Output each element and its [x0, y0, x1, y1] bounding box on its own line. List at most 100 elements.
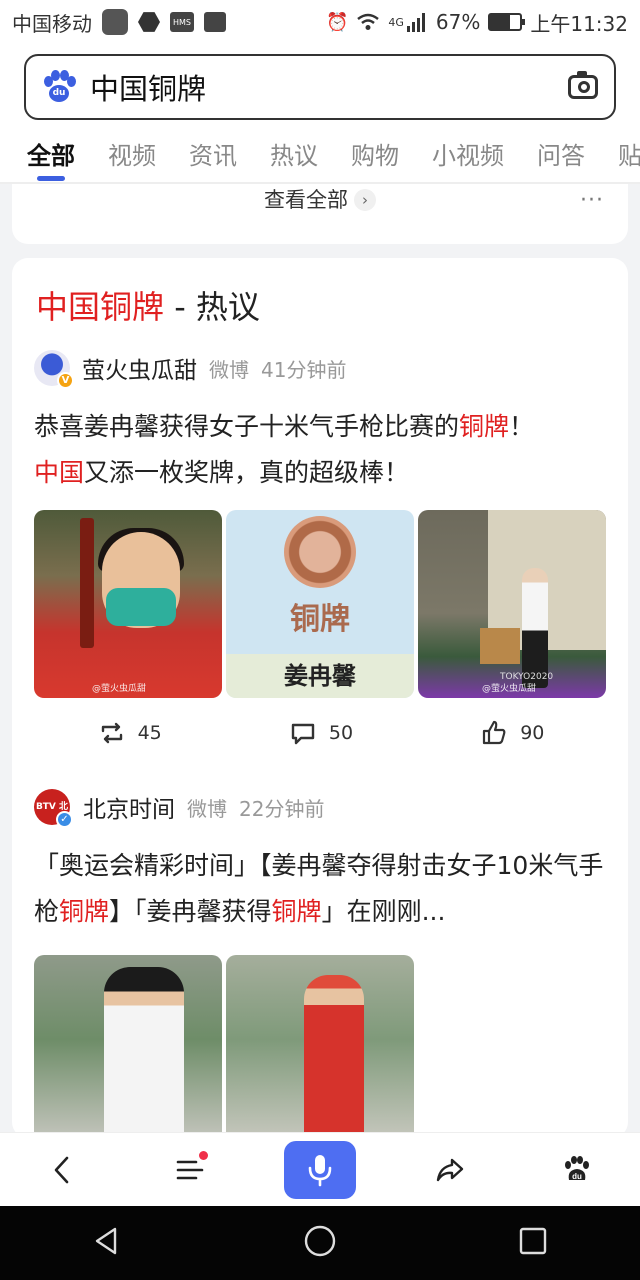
tab-7[interactable]: 贴: [618, 132, 640, 171]
highlight-term: 中国: [34, 458, 85, 487]
author-name[interactable]: 北京时间: [83, 790, 175, 824]
clock: 上午11:32: [530, 11, 628, 36]
search-input[interactable]: 中国铜牌: [90, 66, 206, 108]
post-source: 微博: [187, 796, 227, 821]
nav-recent-button[interactable]: [515, 1223, 551, 1263]
post-1[interactable]: V 萤火虫瓜甜 微博 41分钟前 恭喜姜冉馨获得女子十米气手枪比赛的铜牌！ 中国又…: [34, 348, 608, 768]
voice-icon: [308, 1154, 332, 1186]
back-icon: [54, 1156, 69, 1183]
app-icon: [102, 9, 128, 35]
gallery-icon: [204, 12, 226, 32]
repost-icon: [101, 722, 122, 744]
highlight-term: 铜牌: [59, 897, 110, 926]
thumbs-up-icon: [483, 720, 506, 745]
highlight-term: 铜牌: [459, 412, 510, 441]
tab-0[interactable]: 全部: [27, 132, 75, 181]
comment-button[interactable]: 50: [225, 719, 416, 747]
share-icon: [437, 1158, 464, 1181]
post-header: V 萤火虫瓜甜 微博 41分钟前: [34, 348, 608, 389]
notification-dot: [198, 1150, 208, 1160]
post-2[interactable]: BTV 北京 ✓ 北京时间 微博 22分钟前 「奥运会精彩时间」【姜冉馨夺得射击…: [34, 787, 608, 1138]
athlete-photo-white[interactable]: [34, 955, 222, 1138]
svg-text:du: du: [572, 1172, 582, 1181]
tab-5[interactable]: 小视频: [432, 132, 504, 171]
search-tabs: 全部 视频 资讯 热议 购物 小视频 问答贴: [0, 132, 640, 184]
range-sign: TOKYO2020: [500, 672, 554, 682]
post-images: @萤火虫瓜甜 铜牌 姜冉馨 @萤火虫瓜甜 TOKYO2020: [34, 510, 608, 698]
like-count: 90: [520, 722, 545, 744]
repost-button[interactable]: 45: [34, 719, 225, 747]
post-time: 22分钟前: [239, 796, 325, 821]
medal-label: 铜牌: [290, 602, 350, 637]
previous-card: 查看全部 › ···: [12, 184, 628, 244]
view-all-link[interactable]: 查看全部 ›: [12, 184, 628, 216]
search-header: du 中国铜牌 全部 视频 资讯 热议 购物 小视频 问答贴: [0, 44, 640, 184]
alarm-icon: ⏰: [325, 11, 349, 33]
verified-badge-icon: V: [57, 372, 74, 389]
more-icon[interactable]: ···: [580, 188, 604, 213]
text-segment: 恭喜姜冉馨获得女子十米气手枪比赛的: [34, 412, 460, 441]
card-title[interactable]: 中国铜牌 - 热议: [36, 282, 260, 328]
text-segment: 】「姜冉馨获得: [109, 897, 272, 926]
carrier-label: 中国移动: [12, 11, 92, 36]
tab-1[interactable]: 视频: [108, 132, 156, 171]
baidu-paw-icon: du: [42, 70, 76, 104]
camera-icon[interactable]: [568, 71, 598, 99]
status-bar: 中国移动 HMS ⏰ 4G 67% 上午11:32: [0, 0, 640, 44]
battery-percent: 67%: [435, 10, 481, 34]
image-watermark: @萤火虫瓜甜: [482, 684, 537, 694]
signal-icon: [406, 13, 425, 32]
athlete-name: 姜冉馨: [226, 654, 414, 698]
post-images: [34, 955, 608, 1138]
baidu-home-icon: du: [564, 1155, 589, 1181]
nav-home-icon: [304, 1225, 336, 1257]
bottom-toolbar: du: [0, 1132, 640, 1206]
post-text[interactable]: 「奥运会精彩时间」【姜冉馨夺得射击女子10米气手枪铜牌】「姜冉馨获得铜牌」在刚刚…: [34, 843, 608, 935]
hot-discussion-card: 中国铜牌 - 热议 V 萤火虫瓜甜 微博 41分钟前 恭喜姜冉馨获得女子十米气手…: [12, 258, 628, 1138]
post-header: BTV 北京 ✓ 北京时间 微博 22分钟前: [34, 787, 608, 848]
post-time: 41分钟前: [261, 357, 347, 382]
voice-search-button[interactable]: [283, 1140, 356, 1199]
nav-back-icon: [95, 1227, 116, 1255]
image-watermark: @萤火虫瓜甜: [92, 684, 147, 694]
back-button[interactable]: [31, 1141, 95, 1199]
shooter-photo[interactable]: @萤火虫瓜甜: [34, 510, 222, 698]
card-title-suffix: - 热议: [164, 288, 260, 326]
tab-4[interactable]: 购物: [351, 132, 399, 171]
avatar[interactable]: V: [34, 350, 74, 389]
system-nav-bar: [0, 1206, 640, 1280]
medal-icon: [284, 516, 356, 588]
nav-recent-icon: [520, 1227, 547, 1255]
battery-icon: [488, 13, 526, 31]
menu-button[interactable]: [158, 1141, 222, 1199]
post-actions: 45 50 90: [34, 698, 608, 768]
view-all-label: 查看全部: [264, 188, 348, 212]
post-source: 微博: [209, 357, 249, 382]
shooting-range-photo[interactable]: @萤火虫瓜甜 TOKYO2020: [418, 510, 606, 698]
chevron-right-icon: ›: [354, 189, 376, 211]
tab-6[interactable]: 问答: [537, 132, 585, 171]
search-bar[interactable]: du 中国铜牌: [24, 54, 616, 120]
post-text[interactable]: 恭喜姜冉馨获得女子十米气手枪比赛的铜牌！ 中国又添一枚奖牌，真的超级棒！: [34, 404, 608, 496]
verified-badge-icon: ✓: [56, 810, 73, 828]
wifi-icon: [357, 13, 380, 30]
share-button[interactable]: [418, 1141, 482, 1199]
text-segment: 」在刚刚...: [321, 897, 446, 926]
hms-icon: HMS: [170, 12, 194, 32]
baidu-home-button[interactable]: du: [545, 1141, 609, 1199]
like-button[interactable]: 90: [417, 719, 608, 747]
text-segment: 又添一枚奖牌，真的超级棒！: [84, 458, 410, 487]
tab-2[interactable]: 资讯: [189, 132, 237, 171]
text-segment: ！: [509, 412, 535, 441]
bronze-medal-photo[interactable]: 铜牌 姜冉馨: [226, 510, 414, 698]
highlight-term: 铜牌: [271, 897, 322, 926]
tab-3[interactable]: 热议: [270, 132, 318, 171]
nav-back-button[interactable]: [89, 1223, 125, 1263]
author-name[interactable]: 萤火虫瓜甜: [82, 351, 197, 385]
athlete-photo-red[interactable]: [226, 955, 414, 1138]
card-title-highlight: 中国铜牌: [36, 288, 165, 326]
comment-icon: [291, 723, 315, 745]
repost-count: 45: [137, 722, 162, 744]
nav-home-button[interactable]: [302, 1223, 338, 1263]
hexagon-app-icon: [138, 12, 160, 32]
